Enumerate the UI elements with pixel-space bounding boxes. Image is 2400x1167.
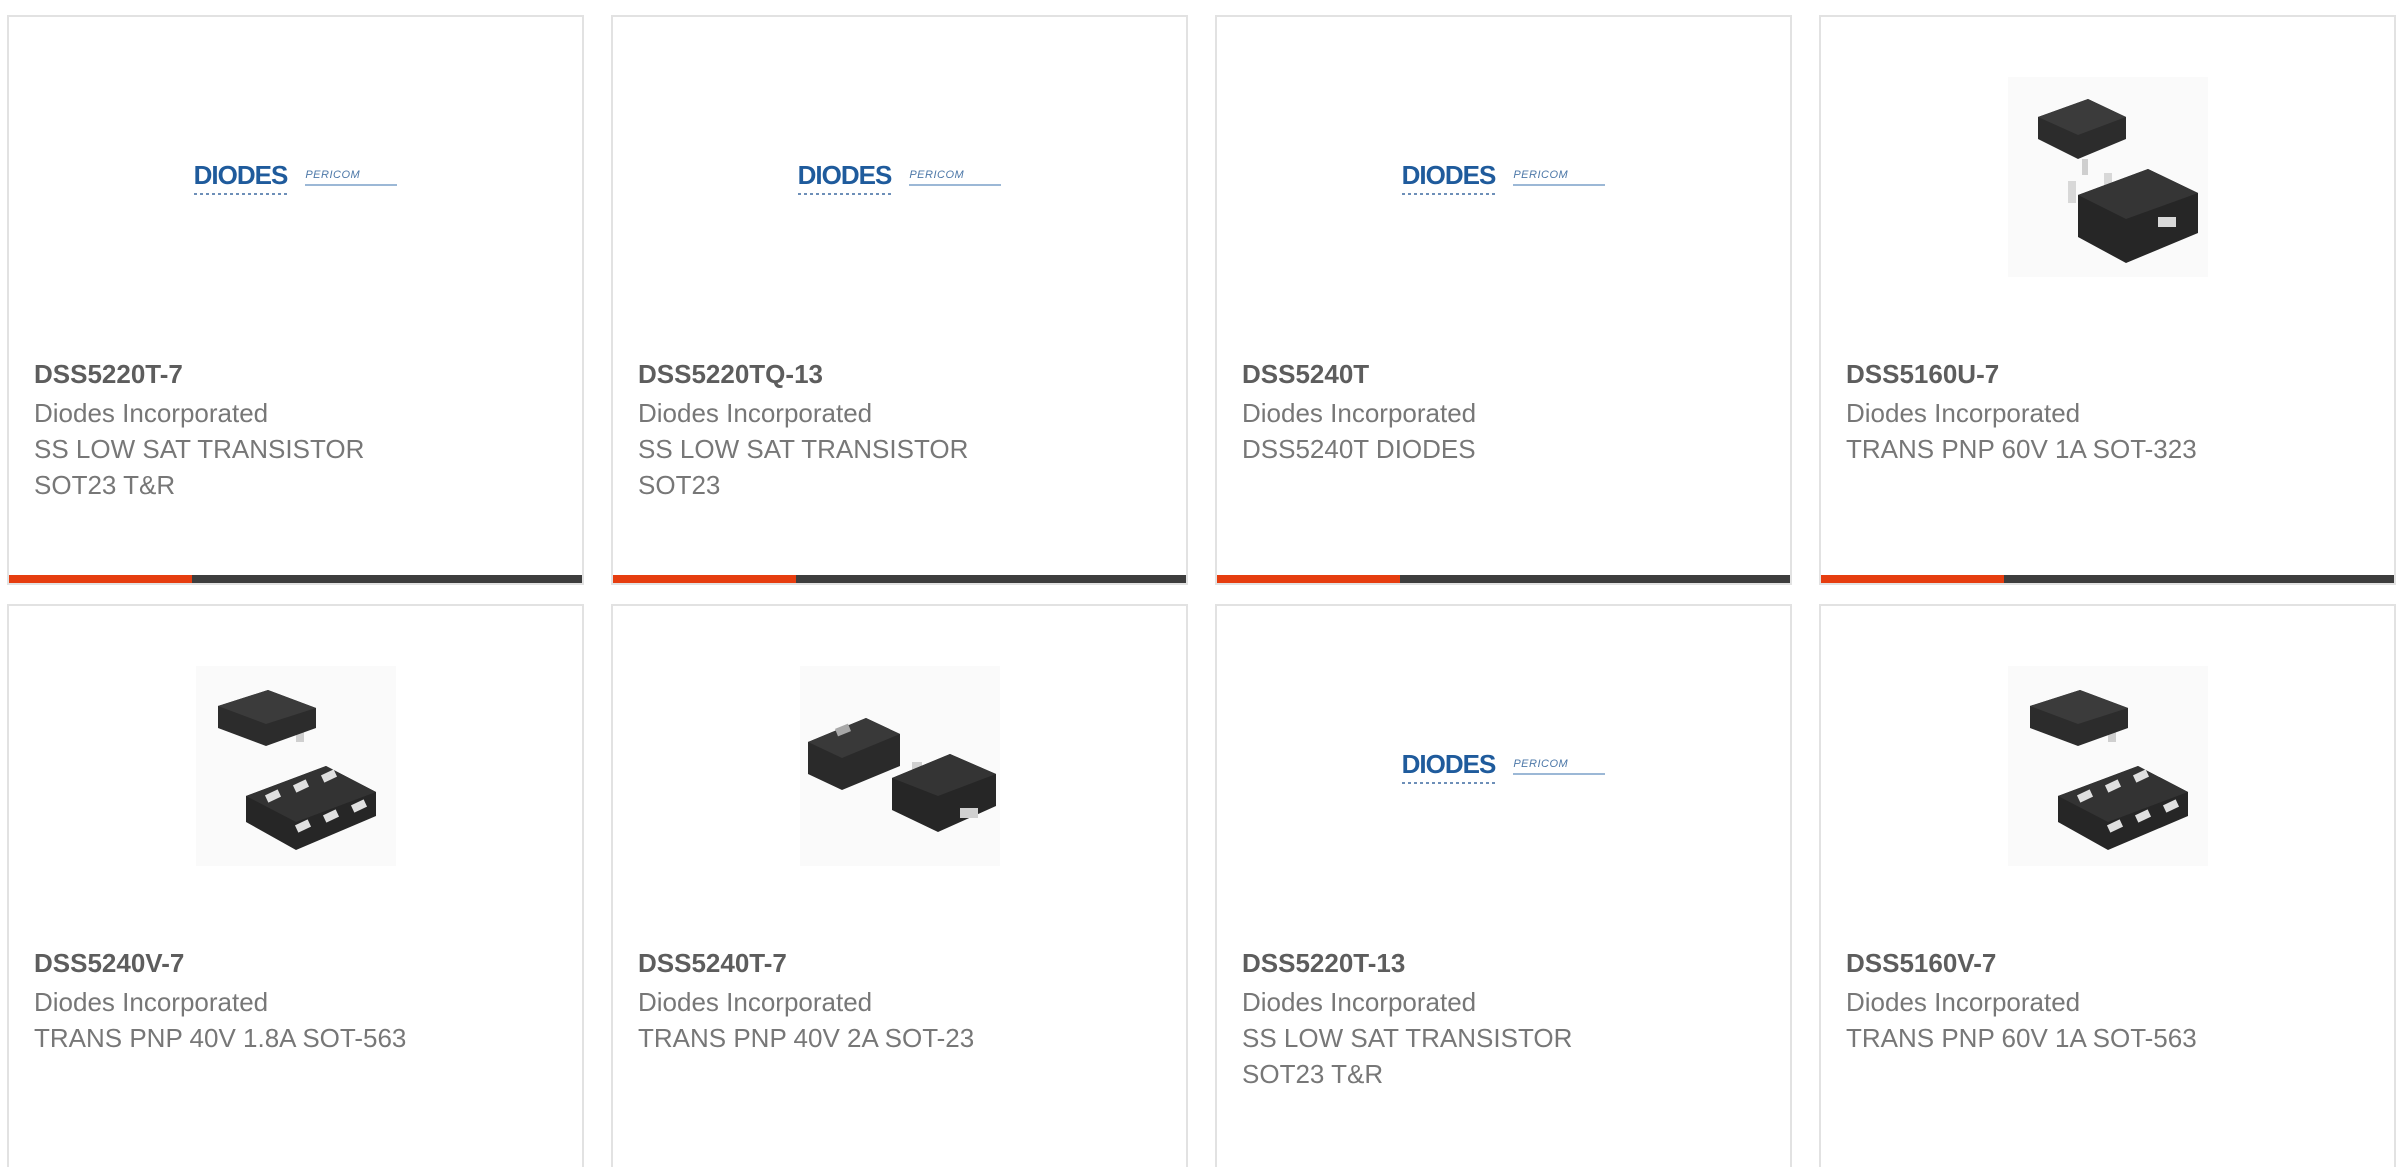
diodes-logo: DIODES PERICOM — [1401, 748, 1606, 784]
part-number[interactable]: DSS5220TQ-13 — [638, 357, 1166, 391]
manufacturer: Diodes Incorporated — [1846, 398, 2081, 428]
logo-partner: PERICOM — [909, 168, 965, 181]
card-accent-bar — [1821, 575, 2394, 583]
manufacturer: Diodes Incorporated — [1242, 987, 1477, 1017]
product-card[interactable]: DIODES PERICOM DSS5220TQ-13 Diodes Incor… — [611, 15, 1188, 585]
description: TRANS PNP 40V 1.8A SOT-563 — [34, 1023, 407, 1053]
description: DSS5240T DIODES — [1242, 434, 1476, 464]
product-card[interactable]: DSS5160V-7 Diodes Incorporated TRANS PNP… — [1819, 604, 2396, 1167]
manufacturer: Diodes Incorporated — [638, 398, 873, 428]
logo-partner: PERICOM — [305, 168, 361, 181]
diodes-logo: DIODES PERICOM — [797, 159, 1002, 195]
logo-partner: PERICOM — [1513, 168, 1569, 181]
sot323-package-icon — [2007, 77, 2208, 277]
card-accent-bar — [1217, 575, 1790, 583]
product-image: DIODES PERICOM — [9, 67, 582, 287]
logo-brand: DIODES — [1401, 159, 1497, 190]
product-image — [1821, 656, 2394, 876]
part-number[interactable]: DSS5240T — [1242, 357, 1770, 391]
product-card[interactable]: DSS5160U-7 Diodes Incorporated TRANS PNP… — [1819, 15, 2396, 585]
part-number[interactable]: DSS5160V-7 — [1846, 946, 2374, 980]
description: TRANS PNP 60V 1A SOT-323 — [1846, 434, 2197, 464]
manufacturer: Diodes Incorporated — [1846, 987, 2081, 1017]
part-number[interactable]: DSS5220T-7 — [34, 357, 562, 391]
product-image: DIODES PERICOM — [1217, 67, 1790, 287]
product-image — [613, 656, 1186, 876]
description: SS LOW SAT TRANSISTOR SOT23 T&R — [34, 434, 365, 500]
product-card[interactable]: DSS5240T-7 Diodes Incorporated TRANS PNP… — [611, 604, 1188, 1167]
part-number[interactable]: DSS5220T-13 — [1242, 946, 1770, 980]
sot563-package-icon — [195, 666, 396, 866]
diodes-logo: DIODES PERICOM — [1401, 159, 1606, 195]
product-card[interactable]: DIODES PERICOM DSS5220T-13 Diodes Incorp… — [1215, 604, 1792, 1167]
logo-partner: PERICOM — [1513, 757, 1569, 770]
logo-brand: DIODES — [1401, 748, 1497, 779]
card-accent-bar — [9, 575, 582, 583]
manufacturer: Diodes Incorporated — [1242, 398, 1477, 428]
part-number[interactable]: DSS5160U-7 — [1846, 357, 2374, 391]
logo-brand: DIODES — [193, 159, 289, 190]
sot563-package-icon — [2007, 666, 2208, 866]
product-card[interactable]: DSS5240V-7 Diodes Incorporated TRANS PNP… — [7, 604, 584, 1167]
product-image: DIODES PERICOM — [1217, 656, 1790, 876]
description: SS LOW SAT TRANSISTOR SOT23 T&R — [1242, 1023, 1573, 1089]
description: TRANS PNP 60V 1A SOT-563 — [1846, 1023, 2197, 1053]
product-card[interactable]: DIODES PERICOM DSS5240T Diodes Incorpora… — [1215, 15, 1792, 585]
product-image — [9, 656, 582, 876]
manufacturer: Diodes Incorporated — [34, 398, 269, 428]
description: TRANS PNP 40V 2A SOT-23 — [638, 1023, 975, 1053]
sot23-package-icon — [799, 666, 1000, 866]
logo-brand: DIODES — [797, 159, 893, 190]
part-number[interactable]: DSS5240T-7 — [638, 946, 1166, 980]
card-accent-bar — [613, 575, 1186, 583]
manufacturer: Diodes Incorporated — [638, 987, 873, 1017]
product-card[interactable]: DIODES PERICOM DSS5220T-7 Diodes Incorpo… — [7, 15, 584, 585]
product-image: DIODES PERICOM — [613, 67, 1186, 287]
product-grid: DIODES PERICOM DSS5220T-7 Diodes Incorpo… — [0, 0, 2400, 1167]
part-number[interactable]: DSS5240V-7 — [34, 946, 562, 980]
description: SS LOW SAT TRANSISTOR SOT23 — [638, 434, 969, 500]
diodes-logo: DIODES PERICOM — [193, 159, 398, 195]
product-image — [1821, 67, 2394, 287]
manufacturer: Diodes Incorporated — [34, 987, 269, 1017]
